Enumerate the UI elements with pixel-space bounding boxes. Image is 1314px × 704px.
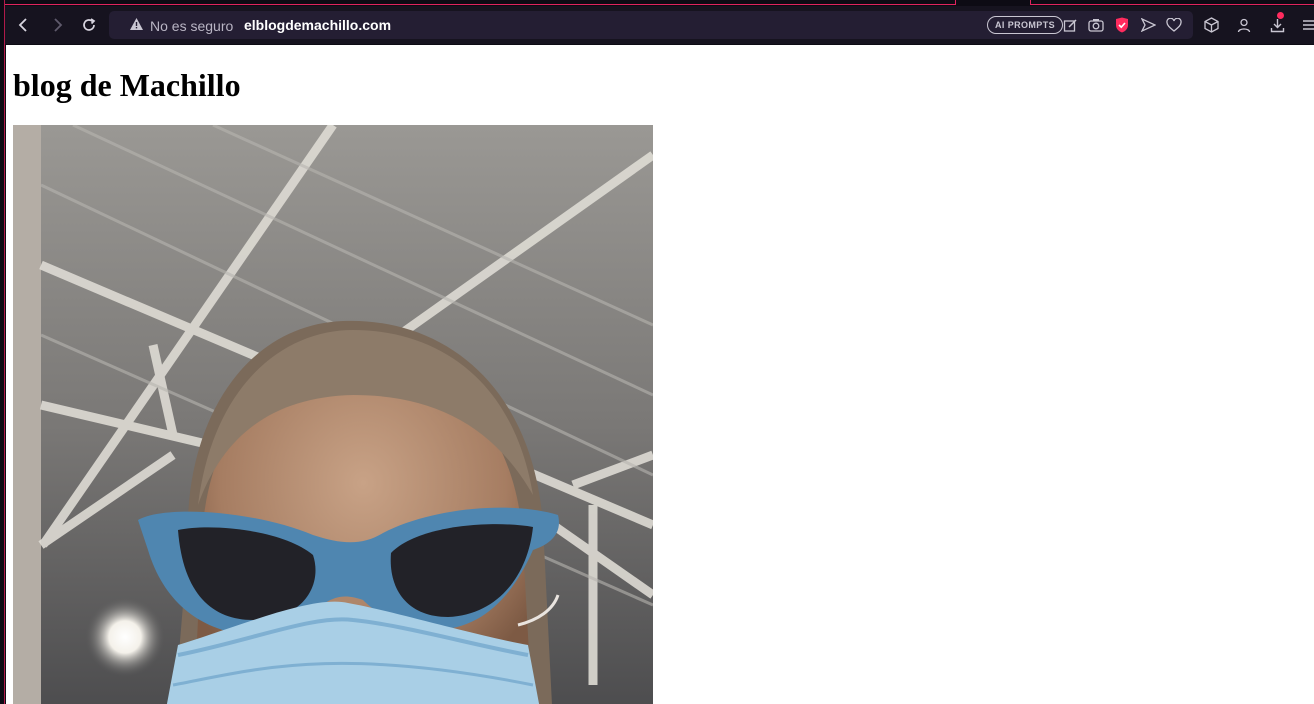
reload-button[interactable] [77, 13, 101, 37]
window-left-edge [0, 0, 5, 704]
blog-photo [13, 125, 653, 704]
security-status-label[interactable]: No es seguro [150, 18, 233, 34]
selfie-photo-icon [13, 125, 653, 704]
chevron-right-icon [54, 18, 63, 32]
camera-icon[interactable] [1087, 16, 1105, 34]
send-icon[interactable] [1139, 16, 1157, 34]
forward-button[interactable] [45, 13, 69, 37]
download-notification-badge [1277, 12, 1284, 19]
chevron-left-icon [18, 18, 27, 32]
ai-prompts-button[interactable]: AI PROMPTS [987, 16, 1064, 34]
window-frame-top-right [1030, 0, 1314, 5]
web-page: blog de Machillo [6, 45, 1314, 704]
cube-icon[interactable] [1201, 15, 1221, 35]
shield-icon[interactable] [1113, 16, 1131, 34]
browser-toolbar: No es seguro elblogdemachillo.com AI PRO… [5, 6, 1314, 44]
account-icon[interactable] [1234, 15, 1254, 35]
back-button[interactable] [12, 13, 36, 37]
page-title: blog de Machillo [13, 67, 241, 103]
warning-icon[interactable] [129, 17, 144, 31]
download-icon[interactable] [1267, 15, 1287, 35]
heart-icon[interactable] [1165, 16, 1183, 34]
edit-icon[interactable] [1061, 16, 1079, 34]
menu-icon[interactable] [1299, 15, 1314, 35]
url-text[interactable]: elblogdemachillo.com [244, 17, 391, 33]
reload-icon [83, 18, 96, 31]
address-bar[interactable]: No es seguro elblogdemachillo.com AI PRO… [109, 11, 1193, 39]
window-frame-top [0, 0, 956, 5]
